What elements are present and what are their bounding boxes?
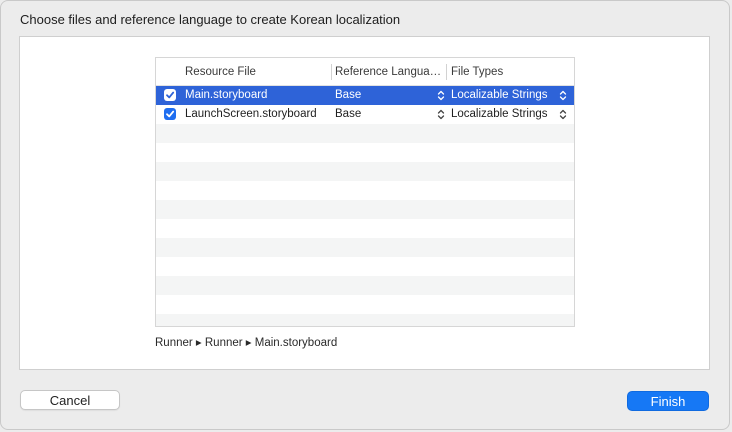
column-header-resource-file[interactable]: Resource File (185, 58, 325, 86)
empty-row (156, 219, 574, 238)
finish-button[interactable]: Finish (627, 391, 709, 411)
localization-dialog: Choose files and reference language to c… (0, 0, 730, 430)
file-type-popup[interactable]: Localizable Strings (451, 105, 559, 124)
table-header: Resource File Reference Langua… File Typ… (156, 58, 574, 86)
empty-row (156, 238, 574, 257)
include-checkbox[interactable] (164, 89, 176, 101)
resource-file-table[interactable]: Resource File Reference Langua… File Typ… (155, 57, 575, 327)
column-header-reference-language[interactable]: Reference Langua… (335, 58, 443, 86)
column-header-file-types[interactable]: File Types (451, 58, 561, 86)
column-divider[interactable] (331, 64, 332, 80)
table-rows: Main.storyboard Base Localizable Strings (156, 86, 574, 326)
reference-language-popup[interactable]: Base (335, 105, 415, 124)
table-row[interactable]: LaunchScreen.storyboard Base Localizable… (156, 105, 574, 124)
empty-row (156, 162, 574, 181)
empty-row (156, 257, 574, 276)
empty-row (156, 200, 574, 219)
reference-language-popup[interactable]: Base (335, 86, 415, 105)
dialog-title: Choose files and reference language to c… (20, 12, 401, 27)
cancel-button[interactable]: Cancel (20, 390, 120, 410)
updown-chevron-icon[interactable] (559, 108, 567, 121)
empty-row (156, 143, 574, 162)
include-checkbox[interactable] (164, 108, 176, 120)
path-breadcrumb: Runner ▸ Runner ▸ Main.storyboard (155, 337, 338, 349)
table-row[interactable]: Main.storyboard Base Localizable Strings (156, 86, 574, 105)
checkmark-icon (166, 91, 175, 99)
empty-row (156, 124, 574, 143)
updown-chevron-icon[interactable] (559, 89, 567, 102)
resource-file-name: Main.storyboard (185, 89, 268, 101)
empty-row (156, 295, 574, 314)
empty-row (156, 181, 574, 200)
column-divider[interactable] (446, 64, 447, 80)
updown-chevron-icon[interactable] (437, 108, 445, 121)
file-type-popup[interactable]: Localizable Strings (451, 86, 559, 105)
empty-row (156, 314, 574, 326)
content-panel: Resource File Reference Langua… File Typ… (19, 36, 710, 370)
empty-row (156, 276, 574, 295)
updown-chevron-icon[interactable] (437, 89, 445, 102)
checkmark-icon (166, 110, 175, 118)
resource-file-name: LaunchScreen.storyboard (185, 108, 317, 120)
